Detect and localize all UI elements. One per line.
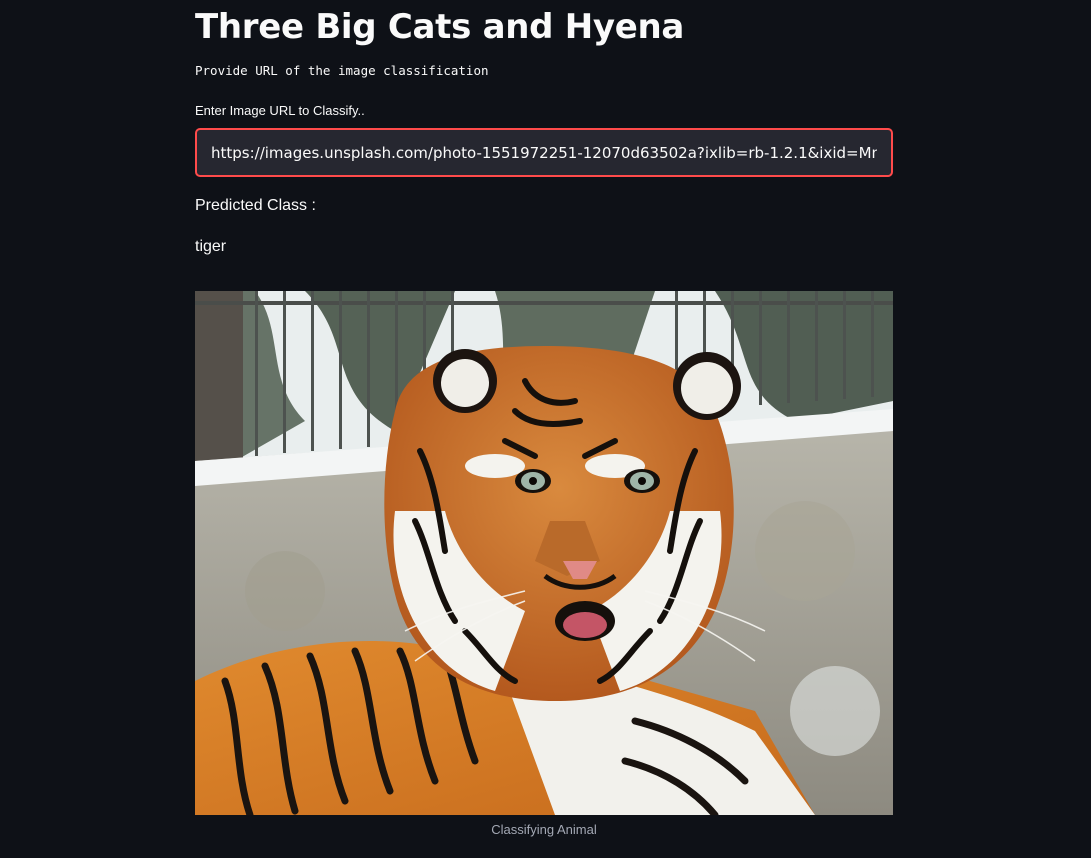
image-caption: Classifying Animal [491,822,597,837]
page-subtitle: Provide URL of the image classification [195,63,489,78]
predicted-class-label: Predicted Class : [195,197,316,214]
predicted-class-value: tiger [195,238,227,255]
tiger-photo [195,291,893,815]
url-input[interactable] [195,128,893,177]
page-title: Three Big Cats and Hyena [195,7,685,47]
url-input-label: Enter Image URL to Classify.. [195,103,365,118]
